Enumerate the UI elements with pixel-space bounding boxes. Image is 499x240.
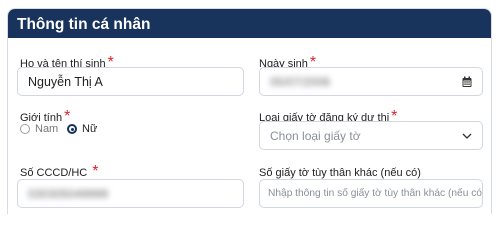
calendar-icon[interactable]	[462, 76, 472, 87]
dob-value: 05/07/2006	[270, 74, 331, 89]
full-name-input[interactable]: Nguyễn Thị A	[17, 67, 244, 96]
dob-input[interactable]: 05/07/2006	[259, 67, 483, 96]
full-name-value: Nguyễn Thị A	[28, 74, 103, 89]
gender-option-male[interactable]: Nam	[20, 123, 58, 135]
other-id-number-placeholder: Nhập thông tin số giấy tờ tùy thân khác …	[268, 188, 483, 199]
radio-male[interactable]	[20, 124, 30, 134]
id-doc-type-select[interactable]: Chọn loại giấy tờ	[259, 121, 483, 150]
other-id-number-input[interactable]: Nhập thông tin số giấy tờ tùy thân khác …	[259, 179, 483, 208]
personal-info-card: Thông tin cá nhân Họ và tên thí sinh * Ng…	[7, 8, 492, 214]
section-title: Thông tin cá nhân	[8, 9, 491, 38]
chevron-down-icon	[462, 133, 472, 139]
id-number-value: 030305049999	[28, 186, 109, 201]
radio-female[interactable]	[67, 124, 77, 134]
gender-option-female[interactable]: Nữ	[67, 123, 97, 135]
id-number-input[interactable]: 030305049999	[17, 179, 244, 208]
id-doc-type-placeholder: Chọn loại giấy tờ	[270, 128, 361, 143]
